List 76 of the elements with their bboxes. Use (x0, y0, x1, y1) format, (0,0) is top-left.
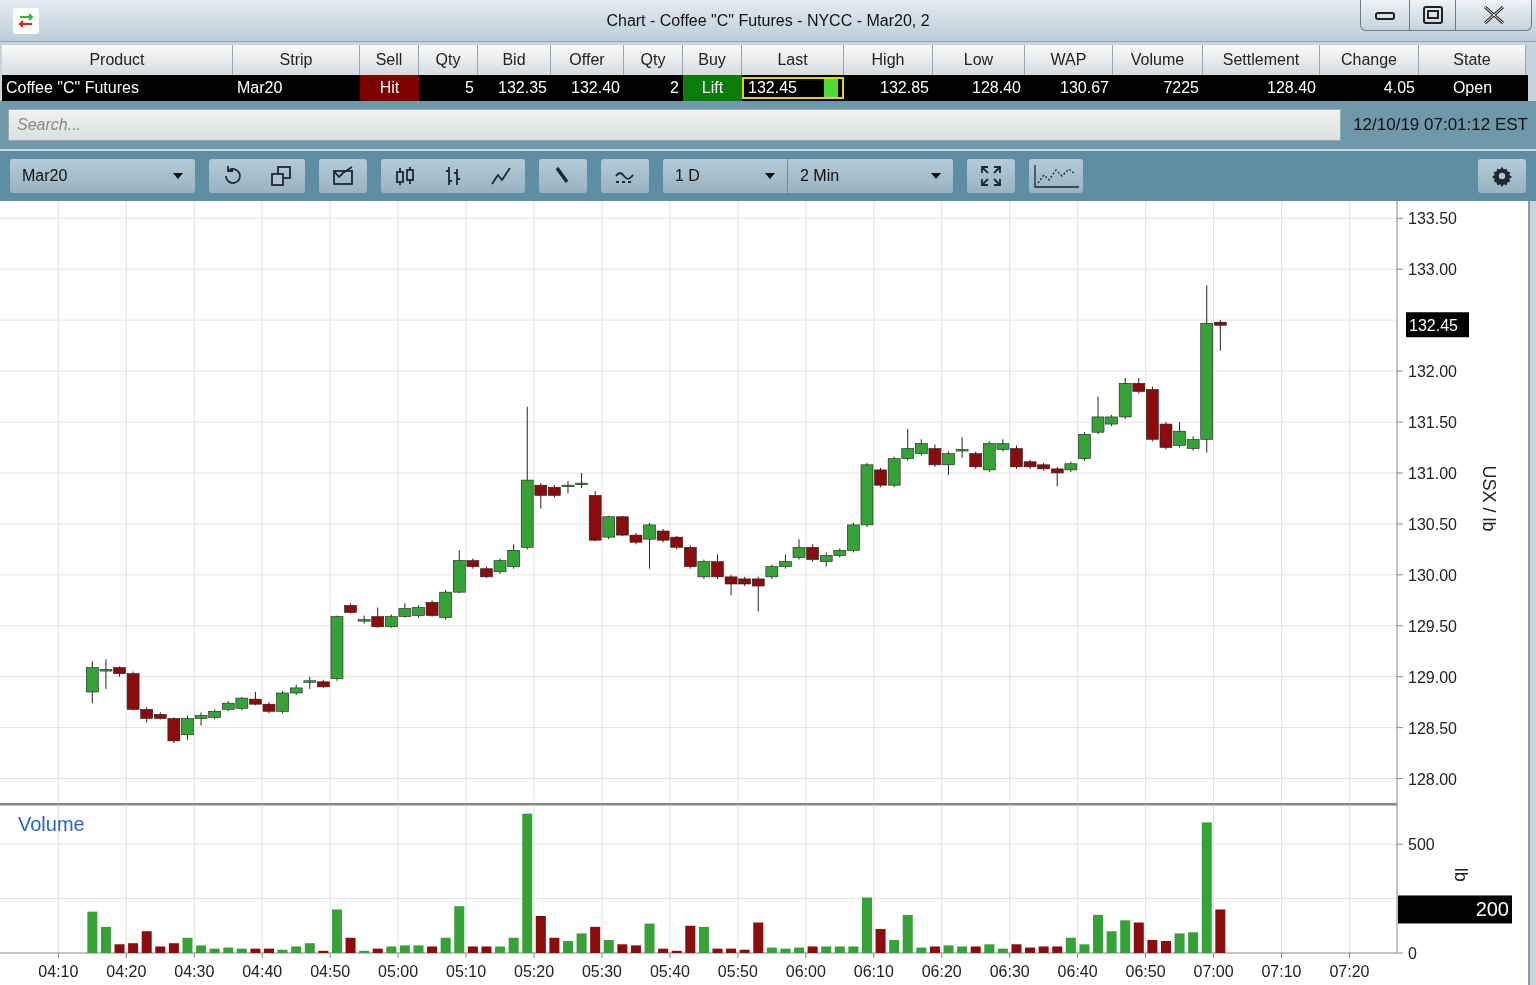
axis-title: lb (1451, 867, 1471, 882)
column-header: WAP (1025, 45, 1113, 75)
column-header: Volume (1113, 45, 1203, 75)
table-cell-text: 132.35 (497, 78, 548, 98)
timestamp: 12/10/19 07:01:12 EST (1353, 115, 1528, 135)
axis-label: 06:00 (785, 963, 826, 980)
column-header: Buy (683, 45, 742, 75)
column-header: Qty (419, 45, 478, 75)
axis-label: 129.50 (1408, 617, 1457, 635)
axis-label: 130.50 (1408, 515, 1457, 533)
axis-label: 06:50 (1125, 963, 1166, 980)
axis-label: 128.50 (1408, 719, 1457, 737)
last-price-tag: 132.45 (1406, 312, 1469, 338)
interval-dropdown[interactable]: 2 Min (787, 159, 953, 193)
axis-label: 06:20 (921, 963, 962, 980)
column-header: Product (2, 45, 233, 75)
axis-label: 128.00 (1408, 770, 1457, 788)
axis-label: 129.00 (1408, 668, 1457, 686)
column-header: Sell (360, 45, 419, 75)
axis-label: 131.50 (1408, 414, 1457, 431)
column-header: Low (933, 45, 1025, 75)
axis-label: 132.00 (1408, 363, 1457, 381)
axis-label: 133.50 (1408, 210, 1457, 228)
axis-label: 05:00 (378, 963, 419, 980)
column-header: Last (742, 45, 844, 75)
range-dropdown[interactable]: 1 D (663, 159, 787, 193)
table-cell-text: 5 (464, 78, 475, 98)
column-header: Qty (624, 45, 683, 75)
sell-button[interactable]: Hit (360, 75, 419, 101)
axis-label: 05:10 (446, 963, 487, 980)
table-cell-text: Open (1451, 78, 1494, 98)
axis-label: 131.00 (1408, 464, 1457, 482)
table-cell-text: 7225 (1162, 78, 1200, 98)
panel-title: Volume (18, 813, 85, 835)
axis-label: 04:20 (106, 963, 147, 980)
axis-label: 130.00 (1408, 566, 1457, 584)
last-volume-tag: 200 (1398, 895, 1512, 924)
table-cell-text: 130.67 (1059, 78, 1110, 98)
axis-label: 04:10 (38, 963, 79, 980)
table-cell-text: 132.85 (879, 78, 930, 98)
last-price: 132.45 (748, 79, 797, 97)
axis-label: 04:50 (310, 963, 351, 980)
search-field[interactable]: Search... (8, 109, 1342, 141)
column-header: High (844, 45, 933, 75)
table-cell-text: Coffee "C" Futures (5, 78, 140, 98)
table-cell-text: 2 (669, 78, 680, 98)
table-cell-text: Mar20 (236, 78, 284, 98)
axis-label: 06:40 (1057, 963, 1098, 980)
axis-label: 07:20 (1329, 963, 1370, 980)
column-header: Settlement (1203, 45, 1320, 75)
column-header: Change (1320, 45, 1419, 75)
axis-label: 07:00 (1193, 963, 1234, 980)
axis-label: 05:30 (581, 963, 622, 980)
strip-dropdown[interactable]: Mar20 (10, 159, 195, 193)
axis-title: USX / lb (1479, 465, 1499, 532)
axis-label: 07:10 (1261, 963, 1302, 980)
axis-label: 133.00 (1408, 261, 1457, 279)
axis-label: 0 (1408, 945, 1417, 962)
axis-label: 05:40 (649, 963, 690, 980)
column-header: Bid (478, 45, 551, 75)
column-header: Strip (233, 45, 360, 75)
axis-label: 04:40 (242, 963, 283, 980)
axis-label: 05:20 (514, 963, 555, 980)
table-cell-text: 128.40 (971, 78, 1022, 98)
table-cell-text: 128.40 (1266, 78, 1317, 98)
column-header: State (1419, 45, 1526, 75)
buy-button[interactable]: Lift (683, 75, 742, 101)
axis-label: 06:10 (853, 963, 894, 980)
axis-label: 06:30 (989, 963, 1030, 980)
column-header: Offer (551, 45, 624, 75)
window-title: Chart - Coffee "C" Futures - NYCC - Mar20, 2 (606, 12, 930, 30)
table-cell-text: 4.05 (1382, 78, 1416, 98)
axis-label: 500 (1408, 836, 1435, 854)
axis-label: 04:30 (174, 963, 215, 980)
table-cell-text: 132.40 (570, 78, 621, 98)
axis-label: 05:50 (717, 963, 758, 980)
